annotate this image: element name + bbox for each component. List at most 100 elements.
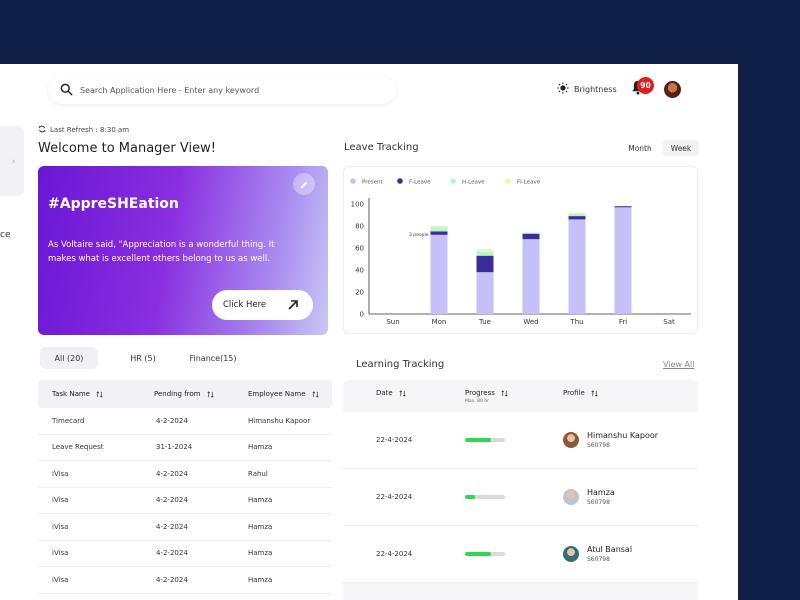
column-label: Progress (465, 389, 495, 397)
brightness-label: Brightness (574, 84, 617, 94)
column-task-name[interactable]: Task Name (38, 390, 138, 398)
pending-from-cell: 4-2-2024 (156, 522, 188, 531)
table-row[interactable]: 22-4-2024 Atul Bansal S60798 (343, 526, 698, 583)
bar-segment (476, 249, 494, 252)
column-label: Pending from (154, 390, 201, 398)
bar-segment (568, 216, 586, 220)
date-cell: 22-4-2024 (376, 493, 413, 501)
sort-icon[interactable] (206, 390, 214, 398)
tab-hr[interactable]: HR (5) (113, 347, 173, 369)
learning-tracking-title: Learning Tracking (356, 359, 445, 370)
column-pending-from[interactable]: Pending from (138, 390, 242, 398)
avatar (563, 432, 579, 448)
progress-cell (465, 552, 563, 556)
brightness-toggle[interactable]: Brightness (557, 82, 617, 96)
pending-from-cell: 4-2-2024 (156, 416, 188, 425)
table-row[interactable]: 22-4-2024 Himanshu Kapoor S60798 (343, 412, 698, 469)
last-refresh: Last Refresh : 8:30 am (38, 125, 129, 135)
task-name-cell: iVisa (52, 549, 69, 558)
column-employee-name[interactable]: Employee Name (242, 390, 332, 398)
bar-segment (568, 219, 586, 314)
employee-name-cell: Hamza (248, 522, 273, 531)
column-progress[interactable]: Progress Max. 80 hr (465, 389, 563, 404)
profile-cell[interactable]: Atul Bansal S60798 (563, 545, 632, 563)
task-table: Task Name Pending from Employee Name Tim… (38, 380, 332, 594)
legend-swatch (505, 178, 511, 184)
edit-button[interactable] (293, 173, 315, 195)
x-tick-label: Tue (478, 318, 491, 326)
bar-segment (476, 255, 494, 273)
table-row[interactable]: Leave Request 31-1-2024 Hamza (38, 435, 332, 461)
column-date[interactable]: Date (343, 389, 465, 397)
bar-segment (614, 206, 632, 208)
bar-segment (430, 231, 448, 235)
learning-table-header: Date Progress Max. 80 hr Profile (343, 380, 698, 412)
profile-name: Hamza (587, 488, 615, 497)
task-name-cell: Timecard (52, 416, 85, 425)
click-here-button[interactable]: Click Here (212, 290, 313, 320)
employee-name-cell: Hamza (248, 443, 273, 452)
progress-cell (465, 438, 563, 442)
sort-icon[interactable] (96, 390, 103, 398)
bar-segment (430, 227, 448, 232)
pending-from-cell: 4-2-2024 (156, 549, 188, 558)
bar-segment (568, 212, 586, 214)
y-tick-label: 20 (355, 289, 364, 297)
user-avatar[interactable] (664, 81, 681, 98)
legend-label: F-Leave (409, 180, 431, 186)
leave-chart-svg: Present F-Leave H-Leave FI-Leave 0 20 40 60 80 10… (350, 178, 691, 326)
tab-month[interactable]: Month (620, 140, 660, 156)
column-profile[interactable]: Profile (563, 389, 598, 397)
learning-rows: 22-4-2024 Himanshu Kapoor S60798 22-4-2024 H… (343, 412, 698, 583)
search-input[interactable] (80, 85, 370, 95)
bar-segment (568, 213, 586, 217)
bar-segment (476, 251, 494, 256)
y-tick-label: 0 (360, 311, 364, 319)
table-row[interactable]: iVisa 4-2-2024 Hamza (38, 488, 332, 514)
task-name-cell: iVisa (52, 575, 69, 584)
sidebar-item-label[interactable]: ce (0, 230, 11, 240)
table-row[interactable]: iVisa 4-2-2024 Hamza (38, 514, 332, 541)
chevron-right-icon[interactable]: › (12, 157, 16, 167)
x-tick-label: Wed (523, 318, 538, 326)
tab-finance[interactable]: Finance(15) (183, 347, 243, 369)
pending-from-cell: 4-2-2024 (156, 496, 188, 505)
profile-cell[interactable]: Himanshu Kapoor S60798 (563, 431, 658, 449)
table-row[interactable]: iVisa 4-2-2024 Hamza (38, 541, 332, 567)
search-icon (60, 81, 73, 100)
sort-icon[interactable] (591, 389, 598, 397)
table-row[interactable]: iVisa 4-2-2024 Hamza (38, 567, 332, 594)
sort-icon[interactable] (399, 389, 406, 397)
legend-label: Present (362, 180, 383, 186)
refresh-icon[interactable] (38, 125, 50, 135)
column-label: Employee Name (248, 390, 306, 398)
profile-cell[interactable]: Hamza S60798 (563, 488, 615, 506)
profile-id: S60798 (587, 499, 610, 506)
top-bar: Brightness 90 (0, 64, 738, 114)
view-all-link[interactable]: View All (663, 360, 694, 369)
bar-segment (476, 272, 494, 314)
table-row[interactable]: 22-4-2024 Hamza S60798 (343, 469, 698, 526)
learning-table: Date Progress Max. 80 hr Profile 22-4-20… (343, 380, 698, 600)
task-name-cell: Leave Request (52, 443, 104, 452)
profile-name: Himanshu Kapoor (587, 431, 659, 440)
profile-id: S60798 (587, 442, 610, 449)
search-box[interactable] (48, 76, 396, 104)
pending-from-cell: 31-1-2024 (156, 443, 193, 452)
table-row[interactable]: iVisa 4-2-2024 Rahul (38, 461, 332, 488)
y-tick-label: 40 (355, 267, 364, 275)
x-tick-label: Fri (619, 318, 627, 326)
task-name-cell: iVisa (52, 469, 69, 478)
sort-icon[interactable] (311, 390, 319, 398)
bar-annotation: 3 people (409, 232, 429, 238)
card-title: #AppreSHEation (48, 196, 179, 212)
column-label: Date (376, 389, 393, 397)
tab-week[interactable]: Week (663, 140, 699, 156)
table-row[interactable]: Timecard 4-2-2024 Himanshu Kapoor (38, 408, 332, 435)
tab-all[interactable]: All (20) (40, 347, 98, 369)
progress-bar (465, 438, 505, 442)
bar-segment (522, 239, 540, 314)
bar-segment (522, 232, 540, 234)
progress-bar (465, 552, 505, 556)
sort-icon[interactable] (501, 389, 508, 397)
